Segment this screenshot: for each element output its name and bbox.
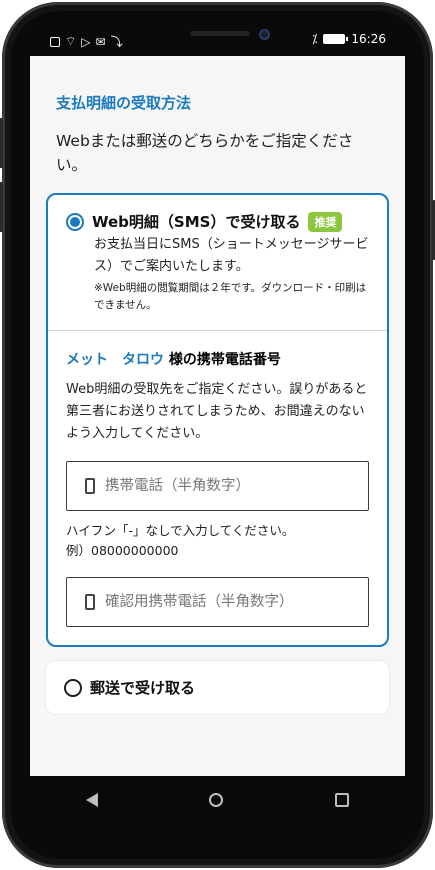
- option-mail-radio-row[interactable]: 郵送で受け取る: [64, 677, 371, 698]
- hint-line-1: ハイフン「-」なしで入力してください。: [66, 523, 295, 538]
- navigation-bar: [30, 776, 405, 824]
- mail-icon: ✉: [95, 34, 106, 49]
- confirm-phone-field[interactable]: [66, 577, 369, 627]
- name-suffix: 様の携帯電話番号: [168, 352, 281, 368]
- option-web-card[interactable]: Web明細（SMS）で受け取る 推奨 お支払当日にSMS（ショートメッセージサー…: [46, 193, 389, 647]
- phone-field[interactable]: [66, 461, 369, 511]
- mute-icon: ⤵: [110, 35, 123, 49]
- hint-line-2: 例）08000000000: [66, 543, 179, 558]
- mobile-form: メット タロウ 様の携帯電話番号 Web明細の受取先をご指定ください。誤りがある…: [48, 331, 387, 645]
- side-button: [0, 118, 3, 168]
- confirm-phone-input[interactable]: [103, 593, 327, 611]
- option-web-header: Web明細（SMS）で受け取る 推奨 お支払当日にSMS（ショートメッセージサー…: [48, 195, 387, 330]
- side-button: [0, 182, 3, 232]
- back-icon[interactable]: [85, 793, 98, 807]
- mobile-help: Web明細の受取先をご指定ください。誤りがあると第三者にお送りされてしまうため、…: [66, 382, 368, 441]
- section-title: 支払明細の受取方法: [56, 94, 192, 112]
- customer-name: メット タロウ: [66, 352, 164, 368]
- sim-icon: [50, 36, 60, 47]
- recommended-badge: 推奨: [308, 211, 343, 232]
- name-row: メット タロウ 様の携帯電話番号: [66, 349, 369, 369]
- cast-icon: ▷: [81, 34, 91, 49]
- option-mail-card[interactable]: 郵送で受け取る: [46, 661, 389, 714]
- phone-input[interactable]: [103, 477, 327, 495]
- radio-mail[interactable]: [64, 678, 82, 697]
- status-time: 16:26: [351, 32, 386, 46]
- option-web-note: ※Web明細の閲覧期間は２年です。ダウンロード・印刷はできません。: [94, 282, 367, 311]
- home-icon[interactable]: [209, 793, 224, 807]
- battery-icon: [323, 34, 349, 44]
- app-screen: 支払明細の受取方法 Webまたは郵送のどちらかをご指定ください。 Web明細（S…: [30, 56, 405, 776]
- mobile-phone-icon: [85, 594, 95, 610]
- radio-dot: [70, 216, 80, 227]
- phone-hint: ハイフン「-」なしで入力してください。 例）08000000000: [66, 521, 369, 561]
- option-web-title: Web明細（SMS）で受け取る: [92, 213, 301, 231]
- wifi-icon: ⌔: [65, 34, 77, 48]
- content: 支払明細の受取方法 Webまたは郵送のどちらかをご指定ください。 Web明細（S…: [46, 74, 389, 714]
- vibrate-icon: ⁒: [312, 32, 318, 46]
- option-web-description: お支払当日にSMS（ショートメッセージサービス）でご案内いたします。: [94, 237, 369, 274]
- radio-web-selected[interactable]: [66, 212, 84, 231]
- recent-apps-icon[interactable]: [335, 793, 350, 807]
- option-web-radio-row[interactable]: Web明細（SMS）で受け取る 推奨: [66, 211, 369, 232]
- option-mail-title: 郵送で受け取る: [90, 679, 196, 697]
- status-bar: ⌔ ▷ ✉ ⤵ ⁒ 16:26: [44, 28, 394, 54]
- section-description: Webまたは郵送のどちらかをご指定ください。: [56, 132, 354, 174]
- mobile-phone-icon: [85, 478, 95, 494]
